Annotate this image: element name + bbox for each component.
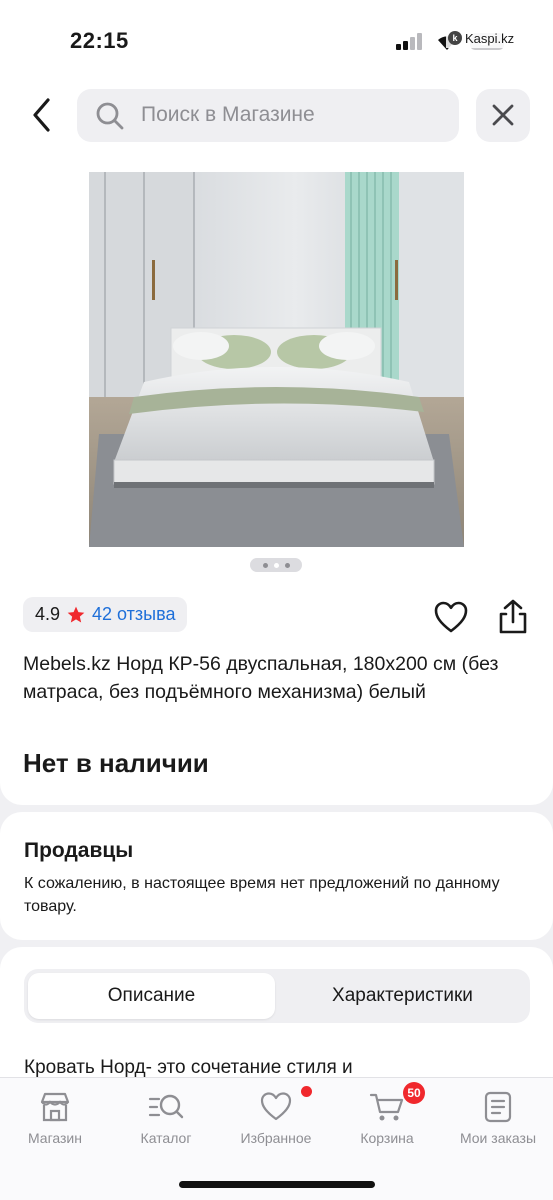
close-icon	[492, 104, 514, 126]
nav-label-favorites: Избранное	[240, 1130, 312, 1146]
heart-icon	[434, 601, 468, 633]
nav-label-cart: Корзина	[360, 1130, 414, 1146]
search-placeholder: Поиск в Магазине	[141, 103, 315, 126]
kaspi-logo-icon: k	[448, 31, 462, 45]
home-indicator[interactable]	[179, 1181, 375, 1188]
cart-icon	[369, 1093, 404, 1121]
cart-badge: 50	[403, 1082, 425, 1104]
status-time: 22:15	[70, 28, 129, 53]
nav-label-shop: Магазин	[27, 1130, 82, 1146]
favorites-badge-dot	[301, 1086, 312, 1097]
nav-item-cart[interactable]: 50 Корзина	[337, 1082, 437, 1146]
stock-status: Нет в наличии	[23, 748, 209, 778]
sellers-card: Продавцы К сожалению, в настоящее время …	[0, 812, 553, 940]
favorite-button[interactable]	[433, 600, 469, 634]
catalog-search-icon	[148, 1094, 184, 1119]
heart-icon	[260, 1092, 292, 1121]
search-icon	[96, 102, 124, 130]
pager-dot-active	[273, 562, 279, 568]
bed-photo	[89, 172, 464, 547]
pager-dot	[284, 562, 290, 568]
star-icon	[67, 606, 85, 622]
close-search-button[interactable]	[476, 89, 530, 142]
product-title: Mebels.kz Норд КР-56 двуспальная, 180x20…	[23, 653, 499, 703]
orders-icon	[484, 1091, 512, 1123]
reviews-link[interactable]: 42 отзыва	[92, 604, 175, 625]
back-button[interactable]	[22, 93, 62, 137]
nav-item-catalog[interactable]: Каталог	[116, 1090, 216, 1146]
signal-icon	[396, 33, 424, 50]
share-icon	[499, 599, 527, 634]
sellers-message: К сожалению, в настоящее время нет предл…	[24, 875, 500, 915]
image-pager[interactable]	[250, 558, 302, 572]
nav-item-shop[interactable]: Магазин	[5, 1090, 105, 1146]
share-button[interactable]	[496, 598, 530, 636]
shop-icon	[40, 1092, 70, 1122]
nav-label-orders: Мои заказы	[459, 1130, 537, 1146]
tab-characteristics[interactable]: Характеристики	[279, 973, 526, 1019]
product-image[interactable]	[89, 172, 464, 547]
search-input[interactable]: Поиск в Магазине	[77, 89, 459, 142]
sellers-title: Продавцы	[24, 839, 134, 862]
rating-value: 4.9	[35, 604, 61, 624]
kaspi-watermark-text: Kaspi.kz	[465, 30, 515, 46]
nav-item-orders[interactable]: Мои заказы	[448, 1090, 548, 1146]
chevron-left-icon	[33, 98, 50, 132]
status-bar: 22:15 15 k Kaspi.kz	[0, 0, 553, 80]
pager-dot	[262, 562, 268, 568]
kaspi-watermark: k Kaspi.kz	[446, 28, 517, 48]
nav-label-catalog: Каталог	[140, 1130, 192, 1146]
tab-description[interactable]: Описание	[28, 973, 275, 1019]
nav-item-favorites[interactable]: Избранное	[226, 1086, 326, 1146]
info-tabs: Описание Характеристики	[24, 969, 530, 1023]
rating-chip[interactable]: 4.9 42 отзыва	[23, 597, 188, 632]
